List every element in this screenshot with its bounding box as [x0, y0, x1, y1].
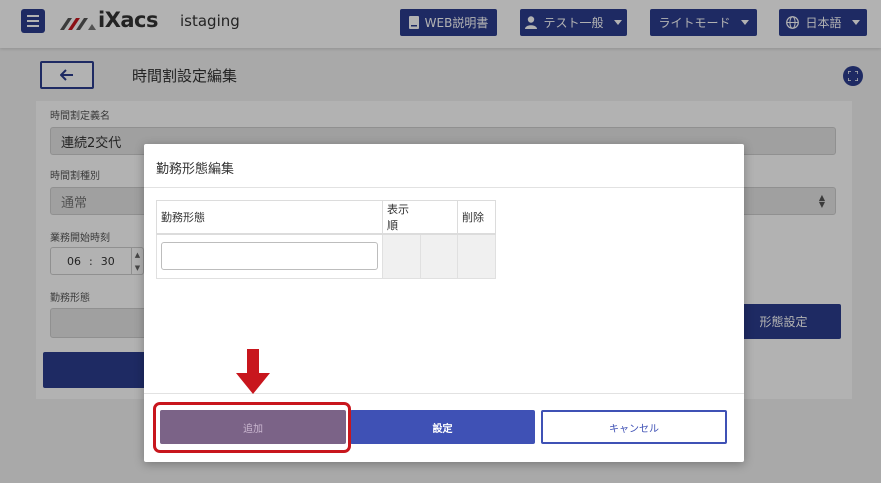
work-type-input[interactable] [161, 242, 378, 271]
arrow-down-icon [236, 349, 270, 394]
modal-header-divider [144, 187, 744, 188]
cancel-button-label: キャンセル [609, 423, 659, 435]
column-header-display-order: 表示順 [382, 200, 421, 235]
display-order-cell [382, 233, 421, 279]
modal-title: 勤務形態編集 [156, 162, 235, 177]
add-button-highlight [153, 402, 351, 453]
column-header-work-type: 勤務形態 [156, 200, 383, 235]
work-type-cell [156, 233, 383, 279]
column-header-spacer [420, 200, 458, 235]
column-header-delete: 削除 [457, 200, 496, 235]
modal-footer-divider [144, 393, 744, 394]
cancel-button[interactable]: キャンセル [541, 410, 727, 444]
display-order-cell-2 [420, 233, 458, 279]
set-button-label: 設定 [432, 423, 453, 435]
delete-cell [457, 233, 496, 279]
set-button[interactable]: 設定 [350, 410, 535, 444]
table-row [156, 233, 496, 279]
work-type-table: 勤務形態 表示順 削除 [156, 200, 496, 279]
